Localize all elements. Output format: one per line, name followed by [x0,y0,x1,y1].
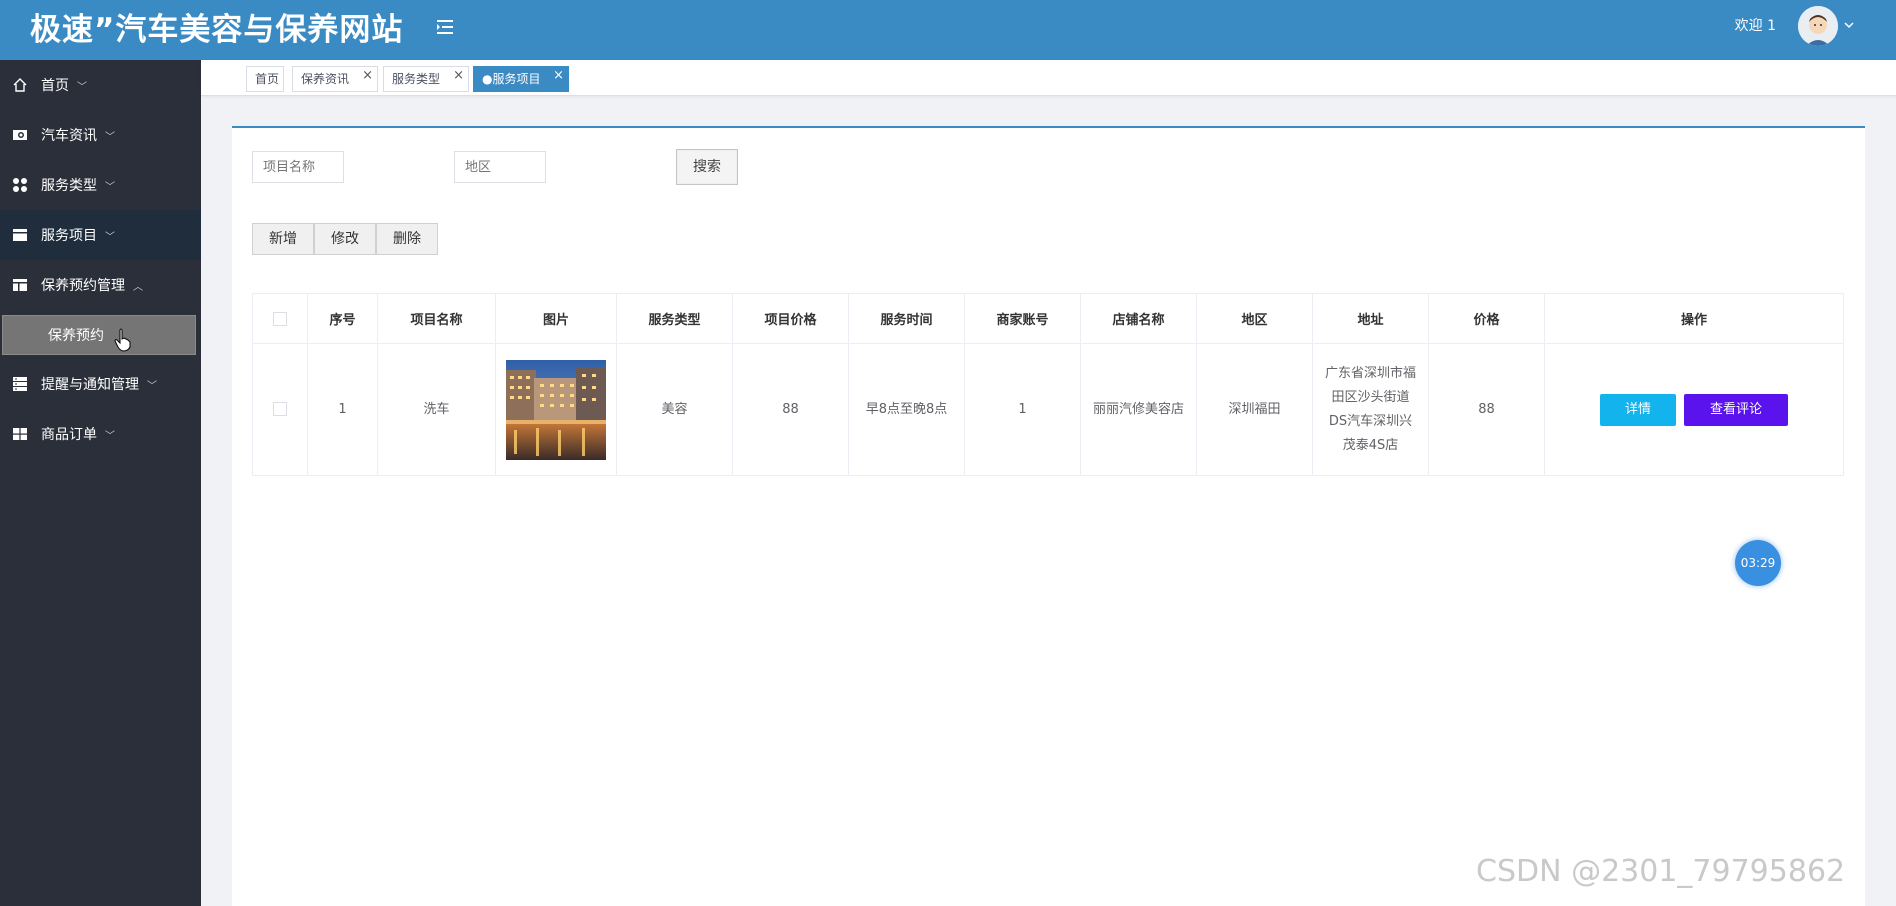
chevron-down-icon: ﹀ [105,131,115,143]
grid-icon [10,175,30,195]
edit-button[interactable]: 修改 [314,223,376,255]
select-all-cell [252,293,308,344]
site-title: 极速”汽车美容与保养网站 [30,12,404,48]
close-icon[interactable]: × [553,64,564,88]
column-header: 服务时间 [848,293,965,344]
sidebar-item-label: 服务项目 [41,228,97,244]
column-header: 项目名称 [377,293,496,344]
chevron-down-icon: ﹀ [147,380,157,392]
welcome-text: 欢迎 1 [1734,18,1776,34]
tab-service-types[interactable]: 服务类型 × [383,66,469,92]
close-icon[interactable]: × [453,64,464,88]
tab-label: ●服务项目 [482,72,541,86]
cell-price: 88 [1428,343,1545,476]
column-header: 商家账号 [964,293,1081,344]
chevron-down-icon: ﹀ [105,430,115,442]
service-items-table: 序号 项目名称 图片 服务类型 项目价格 服务时间 商家账号 店铺名称 地区 地… [252,293,1844,476]
cell-name: 洗车 [377,343,496,476]
delete-button[interactable]: 删除 [376,223,438,255]
detail-button[interactable]: 详情 [1600,393,1676,426]
sidebar-item-service-types[interactable]: 服务类型 ﹀ [0,160,201,210]
sidebar-subitem-booking[interactable]: 保养预约 [2,315,196,355]
tab-bar: 首页 保养资讯 × 服务类型 × ●服务项目 × [201,60,1896,96]
sidebar-item-car-news[interactable]: 汽车资讯 ﹀ [0,110,201,160]
sidebar-item-label: 商品订单 [41,427,97,443]
tab-maintenance-news[interactable]: 保养资讯 × [292,66,378,92]
search-button[interactable]: 搜索 [676,149,738,185]
floating-timer[interactable]: 03:29 [1735,540,1781,586]
table-icon [10,424,30,444]
column-header: 地址 [1312,293,1429,344]
cell-image [495,343,617,476]
sidebar-item-label: 服务类型 [41,178,97,194]
top-header: 极速”汽车美容与保养网站 欢迎 1 [0,0,1896,60]
avatar-icon [1798,6,1838,46]
cell-service-time: 早8点至晚8点 [848,343,965,476]
tab-label: 服务类型 [392,72,441,86]
watermark: CSDN @2301_79795862 [1476,854,1846,889]
sidebar-item-service-items[interactable]: 服务项目 ﹀ [0,210,201,260]
chevron-down-icon[interactable] [1842,18,1856,32]
tab-home[interactable]: 首页 [246,66,284,92]
table-row: 1 洗车 美容 88 早8点至晚8点 1 丽丽汽修美容店 深圳福田 广东省深圳市… [252,343,1844,476]
chevron-down-icon: ﹀ [105,231,115,243]
column-header: 操作 [1544,293,1844,344]
cell-region: 深圳福田 [1196,343,1313,476]
sidebar-item-label: 汽车资讯 [41,128,97,144]
select-all-checkbox[interactable] [273,311,287,326]
layout-icon [10,275,30,295]
column-header: 地区 [1196,293,1313,344]
sidebar-item-label: 保养预约管理 [41,278,125,294]
service-image[interactable] [506,359,606,460]
column-header: 序号 [307,293,378,344]
region-input[interactable] [454,151,546,183]
cell-service-type: 美容 [616,343,733,476]
sidebar-item-orders[interactable]: 商品订单 ﹀ [0,409,201,459]
row-select-cell [252,343,308,476]
home-icon [10,75,30,95]
sidebar-item-reminders[interactable]: 提醒与通知管理 ﹀ [0,359,201,409]
cell-actions: 详情 查看评论 [1544,343,1844,476]
cell-address: 广东省深圳市福田区沙头街道DS汽车深圳兴茂泰4S店 [1312,343,1429,476]
cell-item-price: 88 [732,343,849,476]
tab-service-items[interactable]: ●服务项目 × [473,66,569,92]
cell-index: 1 [307,343,378,476]
chevron-down-icon: ﹀ [105,181,115,193]
cell-merchant-account: 1 [964,343,1081,476]
content-card [232,126,1865,906]
sidebar-item-label: 首页 [41,78,69,94]
cell-shop-name: 丽丽汽修美容店 [1080,343,1197,476]
list-icon [10,225,30,245]
project-name-input[interactable] [252,151,344,183]
column-header: 项目价格 [732,293,849,344]
add-button[interactable]: 新增 [252,223,314,255]
column-header: 图片 [495,293,617,344]
column-header: 价格 [1428,293,1545,344]
close-icon[interactable]: × [362,64,373,88]
row-checkbox[interactable] [273,402,287,416]
view-comments-button[interactable]: 查看评论 [1684,393,1788,426]
column-header: 服务类型 [616,293,733,344]
column-header: 店铺名称 [1080,293,1197,344]
hand-cursor-icon [114,328,131,352]
table-header-row: 序号 项目名称 图片 服务类型 项目价格 服务时间 商家账号 店铺名称 地区 地… [252,293,1844,344]
menu-toggle-icon[interactable] [434,16,456,38]
chevron-down-icon: ﹀ [77,81,87,93]
avatar[interactable] [1798,6,1838,46]
chevron-up-icon: ︿ [133,281,143,293]
tab-label: 首页 [255,72,280,86]
tab-label: 保养资讯 [301,72,350,86]
news-icon [10,125,30,145]
sidebar-item-maintenance-booking[interactable]: 保养预约管理 ︿ [0,260,201,310]
sidebar-item-home[interactable]: 首页 ﹀ [0,60,201,110]
stack-icon [10,374,30,394]
sidebar-item-label: 提醒与通知管理 [41,377,139,393]
